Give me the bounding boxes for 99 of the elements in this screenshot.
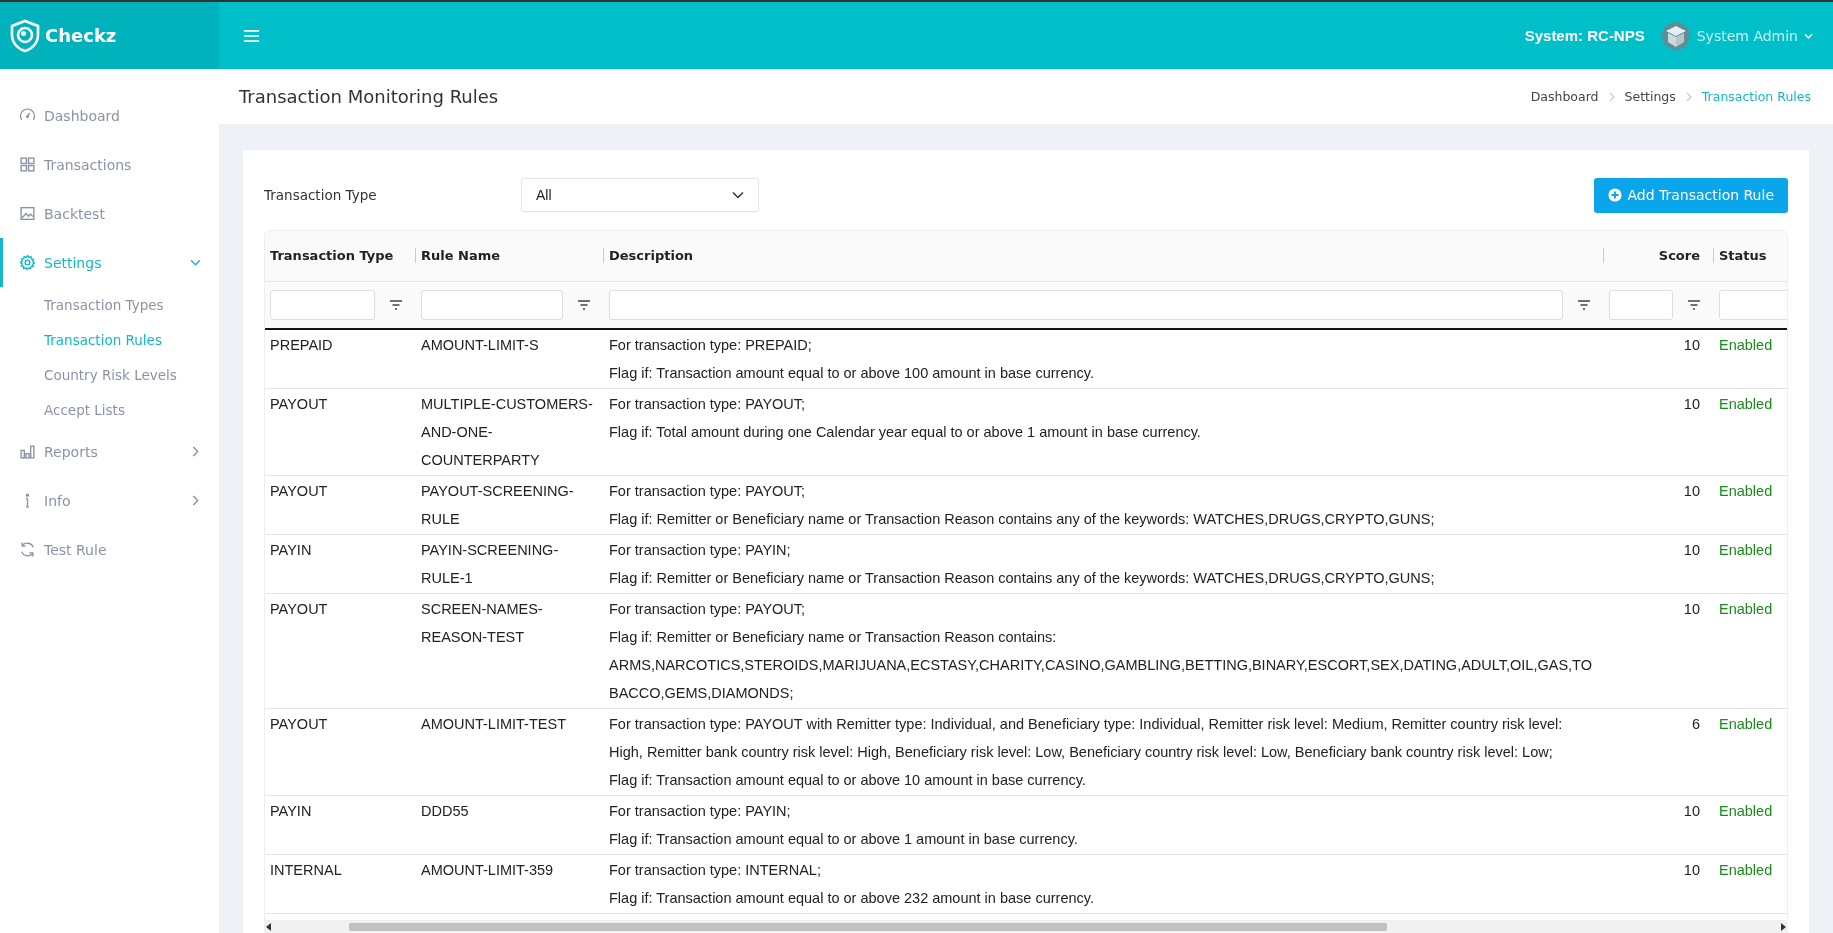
nav-item[interactable]: Info (0, 476, 219, 525)
filter-icon[interactable] (1687, 299, 1701, 310)
table-cell: 10 (1604, 854, 1714, 914)
table-cell: 10 (1604, 795, 1714, 855)
filter-icon[interactable] (1577, 299, 1591, 310)
description-text: Flag if: Remitter or Beneficiary name or Transaction Reason contains: (609, 628, 1057, 647)
description-text: Flag if: Remitter or Beneficiary name or Transaction Reason contains any of the keywords: WATCHES,DRUGS,CRYPTO,GUNS; (609, 510, 1435, 529)
breadcrumb-link[interactable]: Transaction Rules (1701, 89, 1811, 104)
table-cell: AMOUNT-LIMIT-359 (416, 854, 604, 914)
scroll-left-icon[interactable] (266, 923, 272, 931)
menu-icon[interactable] (243, 28, 260, 43)
column-header: Rule Name (416, 231, 604, 281)
plus-circle-icon (1608, 188, 1623, 202)
table-cell: PAYIN (265, 534, 416, 594)
refresh-icon (19, 541, 36, 558)
avatar-icon (1660, 20, 1691, 51)
description-text: ARMS,NARCOTICS,STEROIDS,MARIJUANA,ECSTASY,CHARITY,CASINO,GAMBLING,BETTING,BINARY,ESCORT,SEX,DATING,ADULT,OIL,GAS,TOBACCO,GEMS,DIAMONDS; (609, 656, 1593, 703)
table-cell: DDD55 (416, 795, 604, 855)
column-header: Status (1714, 231, 1787, 281)
description-text: For transaction type: PAYIN; (609, 541, 791, 560)
description-text: For transaction type: PAYOUT; (609, 600, 806, 619)
table-cell: PAYOUT (265, 475, 416, 535)
description-text: For transaction type: PAYOUT with Remitter type: Individual, and Beneficiary type: Individual, Remitter risk level: Medium, Remitter country risk level: High, Remitter bank country risk level: High, Beneficiary risk level: Low, Beneficiary country risk level: Low, Beneficiary bank country risk level: Low; (609, 715, 1564, 762)
table-cell: PAYOUT (265, 708, 416, 796)
table-cell: PAYIN-SCREENING-RULE-1 (416, 534, 604, 594)
table-cell: 10 (1604, 534, 1714, 594)
table-cell: PAYOUT (265, 388, 416, 476)
table-cell: INTERNAL (265, 854, 416, 914)
image-icon (19, 205, 36, 222)
description-text: For transaction type: INTERNAL; (609, 861, 821, 880)
status-text: Enabled (1719, 542, 1773, 558)
nav-subitem[interactable]: Accept Lists (0, 392, 125, 427)
system-label: System: RC-NPS (1524, 27, 1645, 44)
breadcrumb-link[interactable]: Dashboard (1530, 89, 1599, 104)
filter-icon[interactable] (389, 299, 403, 310)
description-text: For transaction type: PAYOUT; (609, 395, 806, 414)
settings-icon (19, 254, 36, 271)
nav-item[interactable]: Test Rule (0, 525, 219, 574)
table-cell: PAYOUT (265, 593, 416, 709)
table-cell: MULTIPLE-CUSTOMERS-AND-ONE-COUNTERPARTY (416, 388, 604, 476)
table-cell: SCREEN-NAMES-REASON-TEST (416, 593, 604, 709)
filter-input[interactable] (609, 289, 1563, 320)
nav-item[interactable]: Dashboard (0, 91, 219, 140)
column-header: Description (604, 231, 1604, 281)
nav-item[interactable]: Backtest (0, 189, 219, 238)
nav-item[interactable]: Reports (0, 427, 219, 476)
table-cell: 10 (1604, 475, 1714, 535)
transaction-type-select[interactable]: All (521, 178, 759, 212)
nav-item[interactable]: Transactions (0, 140, 219, 189)
column-header: Transaction Type (265, 231, 416, 281)
table-cell: 10 (1604, 593, 1714, 709)
page-title: Transaction Monitoring Rules (239, 86, 499, 107)
filter-input[interactable] (421, 289, 563, 320)
grid-icon (19, 156, 36, 173)
status-text: Enabled (1719, 483, 1773, 499)
table-cell: PAYIN (265, 795, 416, 855)
filter-input[interactable] (1609, 289, 1673, 320)
description-text: Flag if: Total amount during one Calendar year equal to or above 1 amount in base currency. (609, 423, 1201, 442)
description-text: For transaction type: PAYIN; (609, 802, 791, 821)
description-text: For transaction type: PREPAID; (609, 336, 812, 355)
filter-label: Transaction Type (264, 187, 378, 203)
shield-eye-icon (9, 18, 41, 53)
nav-subitem[interactable]: Transaction Types (0, 287, 164, 322)
table-cell: AMOUNT-LIMIT-S (416, 329, 604, 389)
brand-name: Checkz (45, 25, 117, 46)
filter-icon[interactable] (577, 299, 591, 310)
table-cell: PAYOUT-SCREENING-RULE (416, 475, 604, 535)
table-cell: 6 (1604, 708, 1714, 796)
user-menu[interactable]: System Admin (1660, 20, 1813, 51)
status-text: Enabled (1719, 716, 1773, 732)
horizontal-scrollbar[interactable] (264, 921, 1788, 933)
status-text: Enabled (1719, 396, 1773, 412)
description-text: Flag if: Transaction amount equal to or above 1 amount in base currency. (609, 830, 1078, 849)
table-cell: AMOUNT-LIMIT-TEST (416, 708, 604, 796)
add-rule-button[interactable]: Add Transaction Rule (1594, 177, 1788, 213)
status-text: Enabled (1719, 337, 1773, 353)
nav-subitem[interactable]: Country Risk Levels (0, 357, 177, 392)
description-text: Flag if: Transaction amount equal to or above 232 amount in base currency. (609, 889, 1094, 908)
nav-item[interactable]: Settings (0, 238, 219, 287)
column-header: Score (1604, 231, 1714, 281)
breadcrumb-link[interactable]: Settings (1624, 89, 1676, 104)
description-text: Flag if: Transaction amount equal to or above 100 amount in base currency. (609, 364, 1094, 383)
table-cell: PREPAID (265, 329, 416, 389)
status-text: Enabled (1719, 803, 1773, 819)
description-text: Flag if: Transaction amount equal to or above 10 amount in base currency. (609, 771, 1086, 790)
filter-input[interactable] (270, 289, 375, 320)
table-cell: 10 (1604, 329, 1714, 389)
chevron-right-icon (1608, 91, 1615, 102)
scroll-right-icon[interactable] (1780, 923, 1786, 931)
bar-chart-icon (19, 443, 36, 460)
nav-subitem[interactable]: Transaction Rules (0, 322, 162, 357)
description-text: For transaction type: PAYOUT; (609, 482, 806, 501)
description-text: Flag if: Remitter or Beneficiary name or Transaction Reason contains any of the keywords: WATCHES,DRUGS,CRYPTO,GUNS; (609, 569, 1435, 588)
chevron-right-icon (1685, 91, 1692, 102)
status-text: Enabled (1719, 601, 1773, 617)
table-cell: 10 (1604, 388, 1714, 476)
status-text: Enabled (1719, 862, 1773, 878)
chevron-down-icon (732, 191, 744, 199)
chevron-down-icon (1804, 32, 1813, 39)
